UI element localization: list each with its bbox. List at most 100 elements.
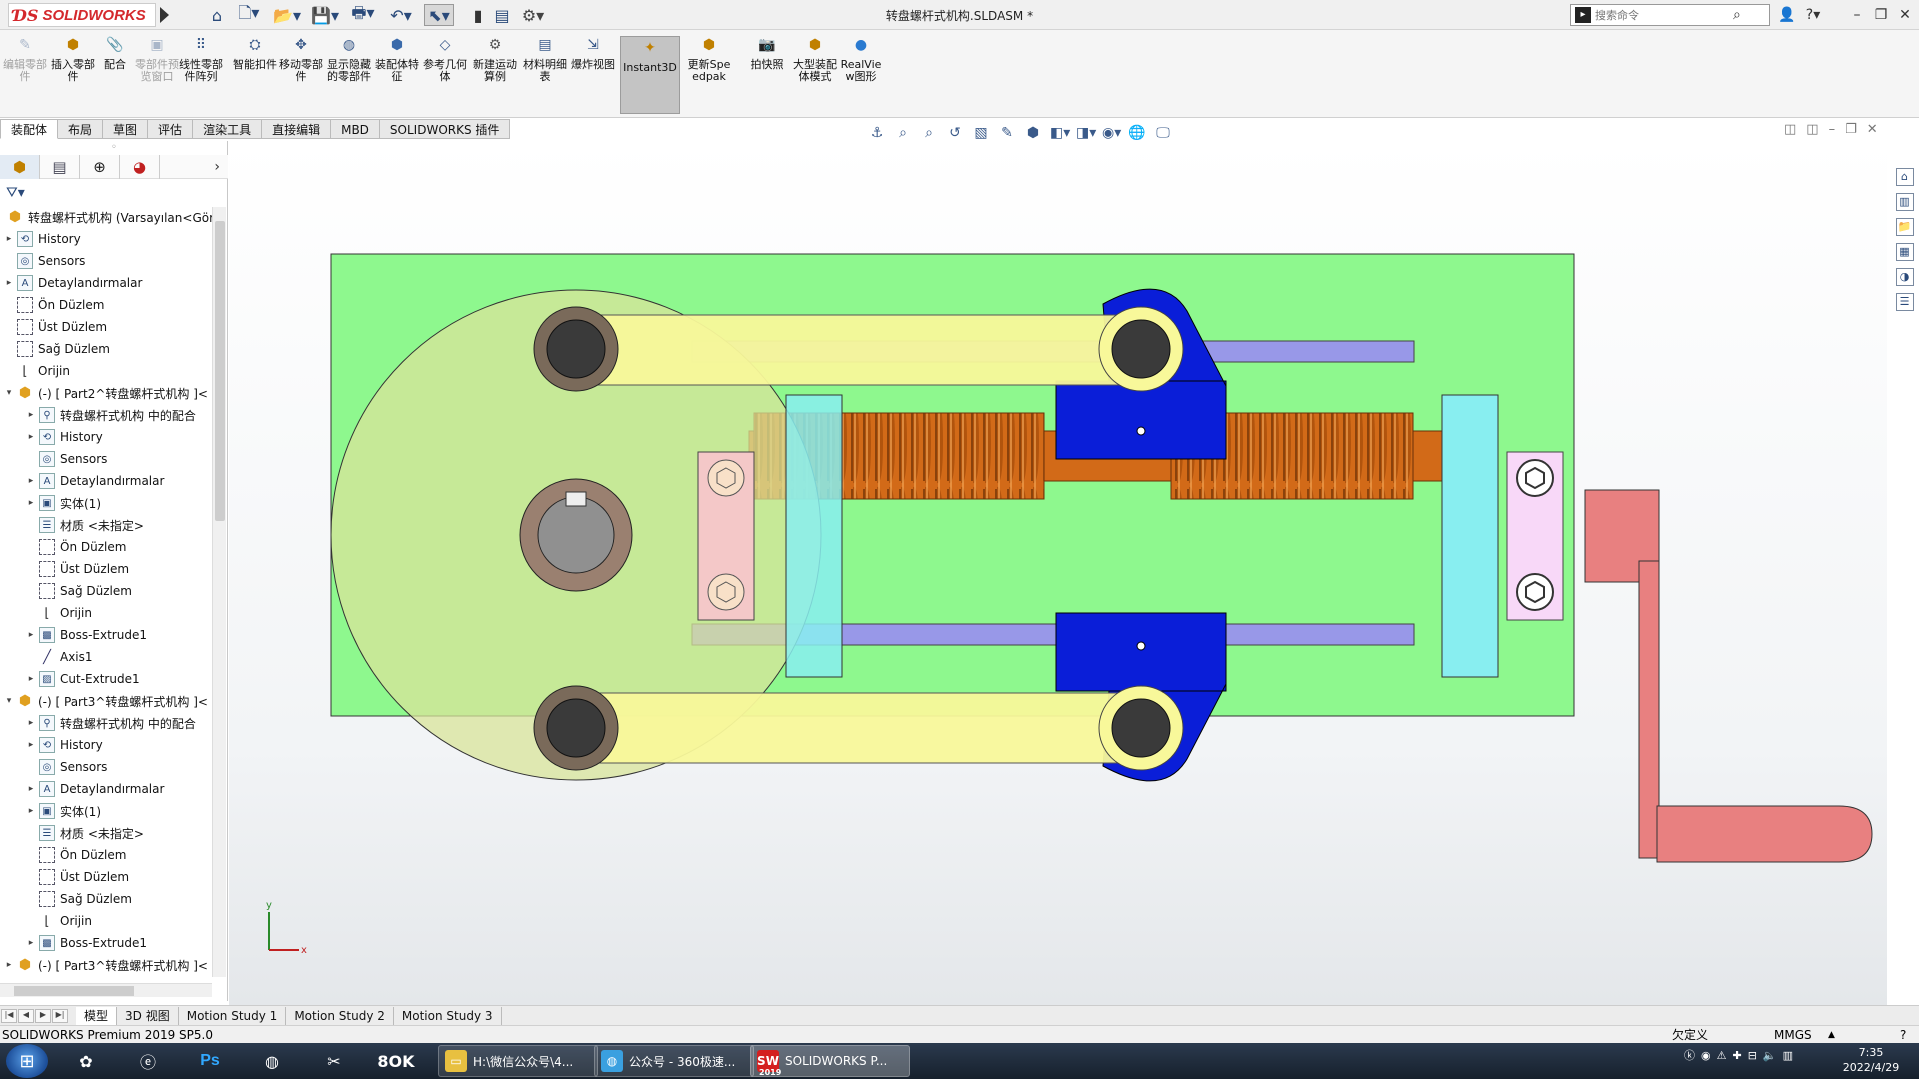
slider-block-bottom[interactable] (1055, 612, 1227, 692)
tray-app-icon[interactable]: ⊟ (1748, 1049, 1757, 1062)
help-icon[interactable]: ?▾ (1802, 4, 1824, 26)
tab-command-0[interactable]: 装配体 (0, 119, 59, 139)
viewport-minimize-icon[interactable]: – (1829, 122, 1836, 137)
viewport-close-icon[interactable]: ✕ (1867, 122, 1878, 137)
filter-icon[interactable]: ⛛▾ (6, 185, 25, 201)
tree-item[interactable]: Ön Düzlem (4, 295, 104, 315)
hide-show-items-icon[interactable]: ◨▾ (1076, 124, 1096, 142)
tree-item[interactable]: ▸ ⚲ 转盘螺杆式机构 中的配合 (26, 405, 196, 425)
tool-app-icon[interactable]: ✂ (310, 1046, 358, 1076)
command-linear-pattern-button[interactable]: ⠿ 线性零部件阵列 (178, 34, 224, 114)
tree-item[interactable]: ◎ Sensors (4, 251, 85, 271)
file-properties-icon[interactable]: ▤ (492, 4, 512, 26)
tree-item[interactable]: Üst Düzlem (26, 559, 129, 579)
first-tab-icon[interactable]: |◀ (1, 1008, 17, 1023)
chevron-up-icon[interactable]: ▲ (1828, 1026, 1835, 1044)
graphics-area[interactable]: y x (229, 141, 1887, 1005)
tree-item[interactable]: ⌊ Orijin (26, 603, 92, 623)
tree-item[interactable]: ╱ Axis1 (26, 647, 92, 667)
solidworks-logo[interactable]: ƊS SOLIDWORKS (8, 3, 156, 27)
command-reference-geometry-button[interactable]: ◇ 参考几何体 (422, 34, 468, 114)
restore-icon[interactable]: ❐ (1870, 4, 1892, 26)
tree-item[interactable]: ◎ Sensors (26, 449, 107, 469)
chevron-down-icon[interactable]: ▾ (4, 696, 14, 706)
search-input[interactable] (1595, 8, 1725, 22)
feature-tree-tab-icon[interactable]: ⬢ (0, 154, 40, 179)
new-document-icon[interactable]: 🗋▾ (234, 3, 264, 26)
panel-resize-handle[interactable]: ◦ (0, 141, 228, 155)
zoom-to-fit-icon[interactable]: ⌕ (894, 124, 912, 142)
tab-command-2[interactable]: 草图 (103, 119, 149, 139)
chevron-right-icon[interactable]: ▸ (26, 498, 36, 508)
chevron-right-icon[interactable]: ▸ (26, 432, 36, 442)
search-icon[interactable]: ⌕ (1733, 7, 1741, 23)
tree-item[interactable]: ▸ ▩ Boss-Extrude1 (26, 933, 147, 953)
tree-item[interactable]: ▸ ⟲ History (4, 229, 81, 249)
command-move-component-button[interactable]: ✥ 移动零部件 (278, 34, 324, 114)
chevron-right-icon[interactable]: ▸ (26, 410, 36, 420)
tree-horizontal-scrollbar[interactable] (0, 983, 212, 997)
command-exploded-view-button[interactable]: ⇲ 爆炸视图 (570, 34, 616, 114)
prev-tab-icon[interactable]: ◀ (18, 1008, 34, 1023)
viewport-left-icon[interactable]: ◫ (1784, 122, 1796, 137)
previous-view-icon[interactable]: ↺ (946, 124, 964, 142)
tree-item[interactable]: ▾ ⬢ (-) [ Part2^转盘螺杆式机构 ]< (4, 383, 208, 403)
save-icon[interactable]: 💾▾ (310, 4, 340, 26)
traffic-light-icon[interactable]: ▮ (470, 4, 486, 26)
view-orientation-anchor-icon[interactable]: ⚓ (868, 124, 886, 142)
chevron-right-icon[interactable]: ▸ (4, 278, 14, 288)
undo-icon[interactable]: ↶▾ (386, 4, 416, 26)
viewport-right-icon[interactable]: ◫ (1806, 122, 1818, 137)
tree-item[interactable]: ▸ ▨ Cut-Extrude1 (26, 669, 140, 689)
help-quick-tip-icon[interactable]: ? (1900, 1026, 1906, 1044)
command-instant3d-button[interactable]: ✦ Instant3D (620, 36, 680, 114)
tree-item[interactable]: ▸ A Detaylandırmalar (26, 471, 164, 491)
tree-item[interactable]: ▸ A Detaylandırmalar (4, 273, 142, 293)
tab-bottom-0[interactable]: 模型 (76, 1006, 118, 1025)
command-speedpak-button[interactable]: ⬢ 更新Speedpak (686, 34, 732, 114)
crank-handle[interactable] (1656, 805, 1873, 863)
end-support-left[interactable] (785, 394, 843, 678)
tree-item[interactable]: ⌊ Orijin (4, 361, 70, 381)
tree-item[interactable]: Sağ Düzlem (26, 889, 132, 909)
tab-command-6[interactable]: MBD (331, 119, 380, 139)
tree-item[interactable]: ▸ ▩ Boss-Extrude1 (26, 625, 147, 645)
media-app-icon[interactable]: ◍ (248, 1046, 296, 1076)
command-edit-component-button[interactable]: ✎ 编辑零部件 (2, 34, 48, 114)
tray-app-icon[interactable]: ⓚ (1684, 1047, 1695, 1063)
tree-item[interactable]: ⌊ Orijin (26, 911, 92, 931)
chevron-right-icon[interactable]: ▸ (26, 476, 36, 486)
crank-arm[interactable] (1638, 560, 1660, 859)
select-pointer-icon[interactable]: ⬉▾ (424, 4, 454, 26)
tab-command-4[interactable]: 渲染工具 (193, 119, 263, 139)
end-support-right[interactable] (1441, 394, 1499, 678)
tree-item[interactable]: Ön Düzlem (26, 845, 126, 865)
chevron-right-icon[interactable]: ▸ (26, 718, 36, 728)
view-palette-icon[interactable]: ▦ (1895, 243, 1914, 261)
command-preview-window-button[interactable]: ▣ 零部件预览窗口 (134, 34, 180, 114)
tab-command-7[interactable]: SOLIDWORKS 插件 (379, 119, 511, 139)
display-style-icon[interactable]: ◧▾ (1050, 124, 1070, 142)
section-view-icon[interactable]: ▧ (972, 124, 990, 142)
chevron-right-icon[interactable]: ▸ (4, 960, 14, 970)
tab-bottom-4[interactable]: Motion Study 3 (394, 1006, 502, 1025)
chevron-right-icon[interactable]: ▸ (26, 938, 36, 948)
dynamic-annotation-icon[interactable]: ✎ (998, 124, 1016, 142)
last-tab-icon[interactable]: ▶| (52, 1008, 68, 1023)
tree-item[interactable]: ▸ A Detaylandırmalar (26, 779, 164, 799)
command-motion-study-button[interactable]: ⚙ 新建运动算例 (472, 34, 518, 114)
tree-item[interactable]: ◎ Sensors (26, 757, 107, 777)
configuration-manager-tab-icon[interactable]: ⊕ (80, 154, 120, 179)
tree-item[interactable]: ▸ ⬢ (-) [ Part3^转盘螺杆式机构 ]< (4, 955, 208, 975)
property-manager-tab-icon[interactable]: ▤ (40, 154, 80, 179)
command-assembly-feature-button[interactable]: ⬢ 装配体特征 (374, 34, 420, 114)
file-explorer-icon[interactable]: 📁 (1895, 218, 1914, 236)
view-settings-icon[interactable]: 🖵▾ (1154, 124, 1172, 159)
chevron-right-icon[interactable]: ▸ (26, 784, 36, 794)
chevron-right-icon[interactable]: ▸ (26, 740, 36, 750)
tray-app-icon[interactable]: ✚ (1732, 1049, 1741, 1062)
command-bom-button[interactable]: ▤ 材料明细表 (522, 34, 568, 114)
start-button-icon[interactable]: ⊞ (6, 1044, 48, 1078)
taskbar-window-button[interactable]: ◍ 公众号 - 360极速... (594, 1045, 754, 1077)
viewport-restore-icon[interactable]: ❐ (1845, 122, 1857, 137)
